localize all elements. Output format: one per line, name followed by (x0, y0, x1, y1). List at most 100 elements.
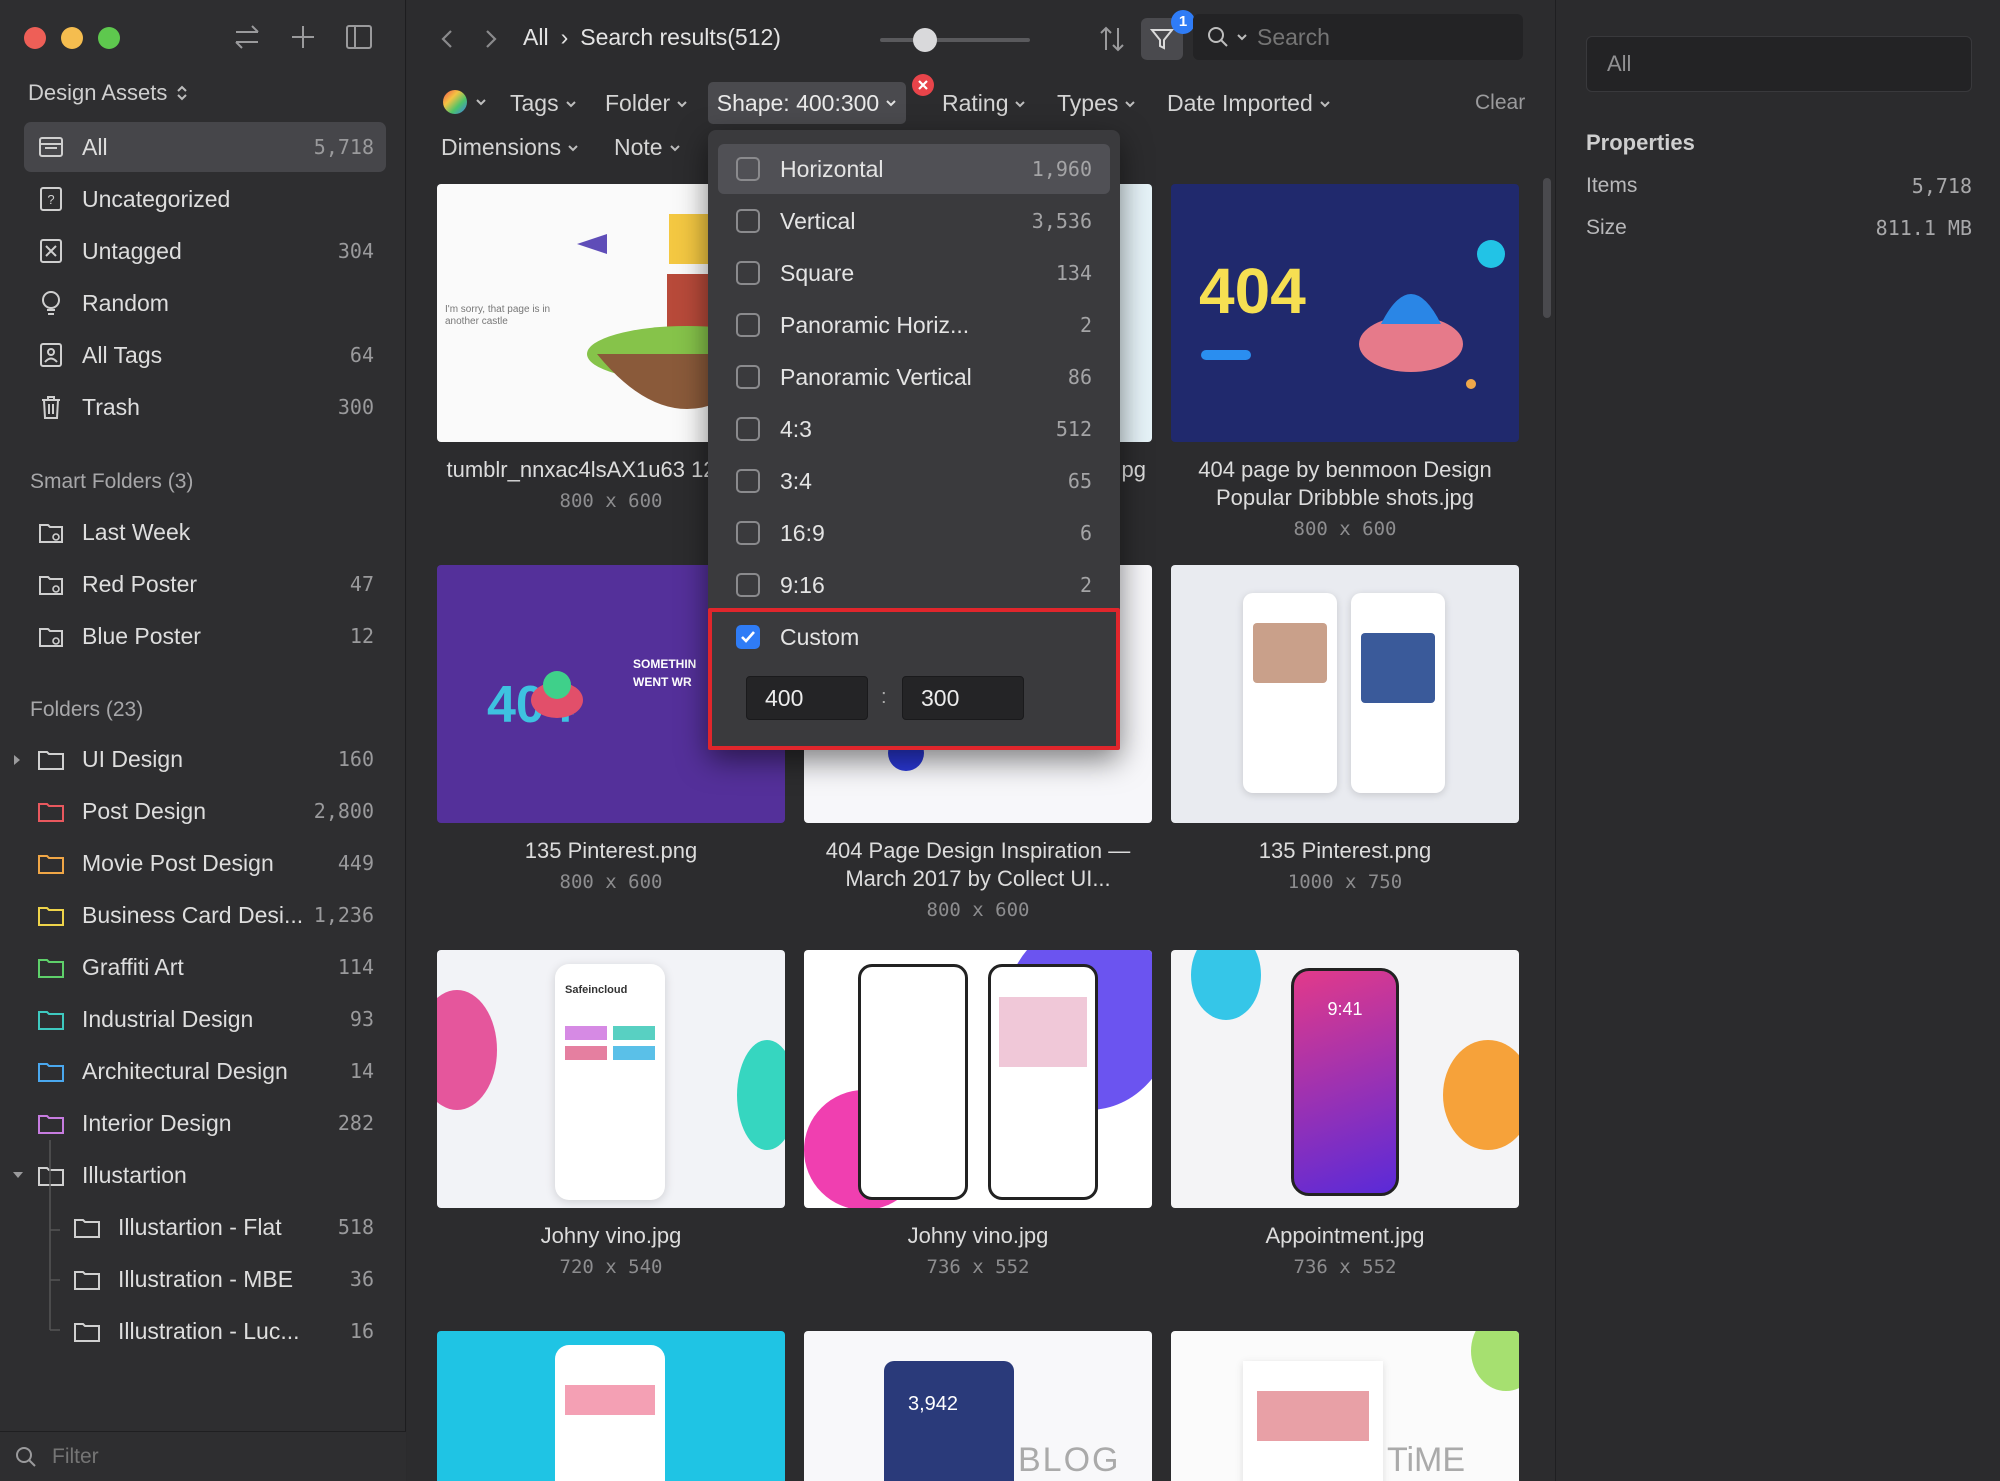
shape-option[interactable]: 16:9 6 (718, 508, 1110, 558)
asset-card[interactable]: 404 404 page by benmoon Design Popular D… (1171, 184, 1519, 540)
add-icon[interactable] (286, 20, 320, 54)
caret-down-icon[interactable] (12, 1170, 24, 1180)
shape-option[interactable]: 4:3 512 (718, 404, 1110, 454)
shape-option[interactable]: 3:4 65 (718, 456, 1110, 506)
folder-item[interactable]: UI Design 160 (24, 734, 386, 784)
svg-text:?: ? (47, 192, 54, 207)
properties-heading: Properties (1586, 130, 1695, 155)
asset-card[interactable]: Safeincloud Johny vino.jpg 720 x 540 (437, 950, 785, 1278)
folder-item[interactable]: Movie Post Design 449 (24, 838, 386, 888)
clear-filters-button[interactable]: Clear (1475, 91, 1525, 115)
forward-icon[interactable] (475, 24, 505, 54)
folder-label: Illustartion (82, 1161, 187, 1188)
tags-filter[interactable]: Tags (510, 90, 577, 117)
smart-folder-last-week[interactable]: Last Week (24, 507, 386, 557)
inspector-name-field[interactable] (1586, 36, 1972, 92)
asset-card[interactable]: 3,942 BLOG (804, 1331, 1152, 1481)
folder-filter[interactable]: Folder (605, 90, 688, 117)
shape-option[interactable]: Square 134 (718, 248, 1110, 298)
asset-card[interactable] (437, 1331, 785, 1481)
date-imported-filter[interactable]: Date Imported (1167, 90, 1331, 117)
folder-item[interactable]: Post Design 2,800 (24, 786, 386, 836)
sidebar-toggle-icon[interactable] (342, 20, 376, 54)
chevron-down-icon[interactable] (1235, 30, 1249, 44)
minimize-window-button[interactable] (61, 27, 83, 49)
asset-thumbnail[interactable] (1171, 565, 1519, 823)
subfolder-item[interactable]: Illustration - Luc... 16 (24, 1306, 386, 1356)
types-filter[interactable]: Types (1057, 90, 1136, 117)
shape-option[interactable]: Vertical 3,536 (718, 196, 1110, 246)
folder-item[interactable]: Business Card Desi... 1,236 (24, 890, 386, 940)
asset-card[interactable]: 135 Pinterest.png 1000 x 750 (1171, 565, 1519, 893)
sidebar-item-random[interactable]: Random (24, 278, 386, 328)
folder-item[interactable]: Architectural Design 14 (24, 1046, 386, 1096)
chevron-down-icon (476, 99, 486, 106)
checkbox[interactable] (736, 469, 760, 493)
subfolder-item[interactable]: Illustration - MBE 36 (24, 1254, 386, 1304)
checkbox[interactable] (736, 417, 760, 441)
folder-item[interactable]: Interior Design 282 (24, 1098, 386, 1148)
breadcrumb-root[interactable]: All (523, 24, 549, 51)
folder-count: 282 (337, 1111, 374, 1135)
asset-card[interactable]: TiME (1171, 1331, 1519, 1481)
types-filter-label: Types (1057, 90, 1119, 116)
custom-width-input[interactable] (746, 676, 868, 720)
checkbox[interactable] (736, 521, 760, 545)
checkbox[interactable] (736, 261, 760, 285)
sidebar-item-uncategorized[interactable]: ? Uncategorized (24, 174, 386, 224)
checkbox[interactable] (736, 209, 760, 233)
folder-item[interactable]: Illustartion (24, 1150, 386, 1200)
asset-thumbnail[interactable]: TiME (1171, 1331, 1519, 1481)
uncategorized-icon: ? (40, 187, 62, 211)
remove-shape-filter-button[interactable] (912, 74, 934, 96)
subfolder-item[interactable]: Illustartion - Flat 518 (24, 1202, 386, 1252)
shape-option[interactable]: Panoramic Horiz... 2 (718, 300, 1110, 350)
zoom-window-button[interactable] (98, 27, 120, 49)
sidebar-item-all-tags[interactable]: All Tags 64 (24, 330, 386, 380)
asset-thumbnail[interactable]: 404 (1171, 184, 1519, 442)
zoom-slider[interactable] (880, 28, 1030, 52)
close-window-button[interactable] (24, 27, 46, 49)
asset-thumbnail[interactable] (804, 950, 1152, 1208)
search-input[interactable] (1257, 23, 1487, 51)
custom-height-input[interactable] (902, 676, 1024, 720)
zoom-slider-knob[interactable] (913, 28, 937, 52)
ratio-separator: : (881, 686, 887, 708)
caret-right-icon[interactable] (12, 754, 22, 766)
library-switcher[interactable]: Design Assets (28, 80, 189, 106)
shape-option-label: 3:4 (780, 467, 812, 494)
sidebar-item-label: Untagged (82, 237, 182, 264)
asset-thumbnail[interactable] (437, 1331, 785, 1481)
checkbox[interactable] (736, 157, 760, 181)
filter-input[interactable] (52, 1444, 372, 1469)
back-icon[interactable] (433, 24, 463, 54)
color-filter[interactable] (441, 88, 487, 116)
sidebar-item-all[interactable]: All 5,718 (24, 122, 386, 172)
asset-thumbnail[interactable]: Safeincloud (437, 950, 785, 1208)
shape-filter[interactable]: Shape: 400:300 (708, 82, 906, 124)
checkbox[interactable] (736, 573, 760, 597)
asset-thumbnail[interactable]: 3,942 BLOG (804, 1331, 1152, 1481)
asset-thumbnail[interactable]: 9:41 (1171, 950, 1519, 1208)
shape-option[interactable]: Panoramic Vertical 86 (718, 352, 1110, 402)
checkbox[interactable] (736, 365, 760, 389)
swap-icon[interactable] (230, 20, 264, 54)
phone-mockup (555, 1345, 665, 1481)
sidebar-item-trash[interactable]: Trash 300 (24, 382, 386, 432)
note-filter[interactable]: Note (614, 134, 681, 161)
asset-card[interactable]: Johny vino.jpg 736 x 552 (804, 950, 1152, 1278)
asset-card[interactable]: 9:41 Appointment.jpg 736 x 552 (1171, 950, 1519, 1278)
folder-item[interactable]: Industrial Design 93 (24, 994, 386, 1044)
sort-icon[interactable] (1095, 22, 1129, 56)
rating-filter[interactable]: Rating (942, 90, 1026, 117)
smart-folder-red-poster[interactable]: Red Poster 47 (24, 559, 386, 609)
sidebar-item-untagged[interactable]: Untagged 304 (24, 226, 386, 276)
checkbox[interactable] (736, 313, 760, 337)
sidebar-item-label: All Tags (82, 341, 163, 368)
folder-item[interactable]: Graffiti Art 114 (24, 942, 386, 992)
shape-option[interactable]: 9:16 2 (718, 560, 1110, 610)
dimensions-filter[interactable]: Dimensions (441, 134, 579, 161)
shape-option[interactable]: Horizontal 1,960 (718, 144, 1110, 194)
smart-folder-blue-poster[interactable]: Blue Poster 12 (24, 611, 386, 661)
scrollbar[interactable] (1543, 178, 1551, 318)
